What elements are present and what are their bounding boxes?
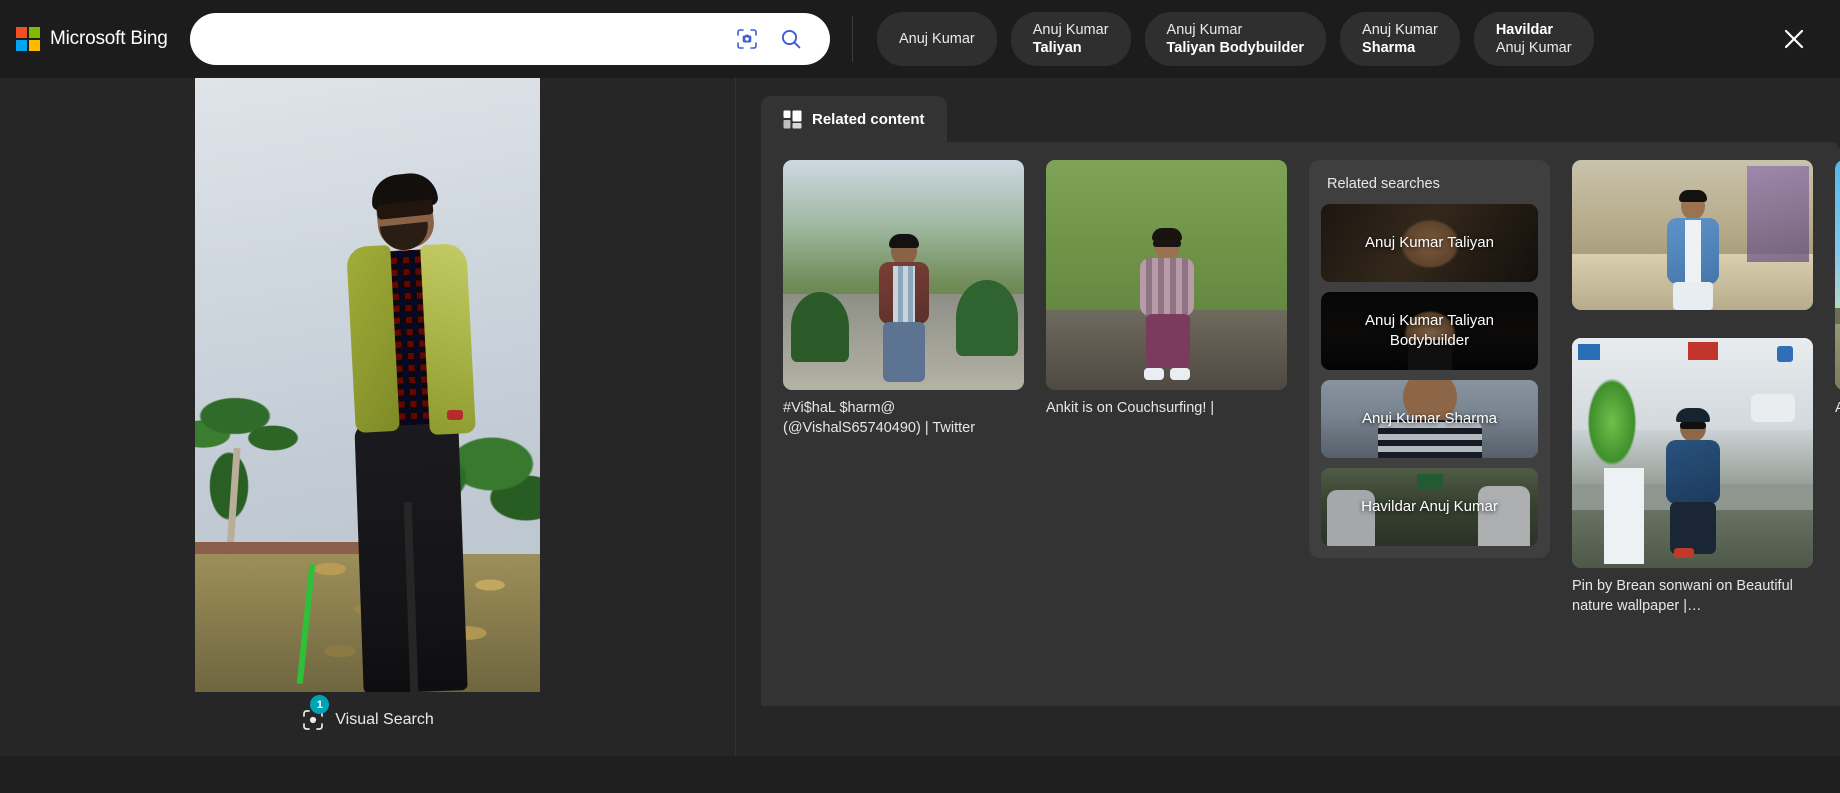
related-search-item[interactable]: Anuj Kumar Taliyan Bodybuilder [1321, 292, 1538, 370]
results-masonry: #Vi$haL $harm@ (@VishalS65740490) | Twit… [783, 160, 1840, 706]
search-actions [730, 22, 830, 56]
related-searches-title: Related searches [1327, 176, 1440, 192]
subject-jacket-right [420, 242, 476, 436]
chip-line-2: Taliyan [1032, 40, 1082, 56]
chip-line-1: Anuj Kumar [1166, 22, 1243, 38]
brand-title: Microsoft Bing [50, 28, 168, 49]
chip-line-1: Havildar [1495, 22, 1554, 38]
main-stage: 1 Visual Search Related content #Vi$haL … [0, 78, 1840, 756]
related-search-item[interactable]: Havildar Anuj Kumar [1321, 468, 1538, 546]
collage-grid-icon [783, 110, 802, 128]
bing-logo-link[interactable]: Microsoft Bing [16, 27, 168, 51]
visual-search-icon: 1 [301, 695, 330, 732]
related-content-panel: #Vi$haL $harm@ (@VishalS65740490) | Twit… [761, 142, 1840, 706]
magnifier-icon [781, 29, 801, 49]
suggestion-chip-2[interactable]: Anuj Kumar Taliyan Bodybuilder [1144, 12, 1327, 66]
related-search-label: Anuj Kumar Sharma [1361, 410, 1498, 427]
result-caption: Ankit is on Couchsurfing! | [1046, 400, 1215, 416]
result-thumbnail[interactable] [1572, 338, 1813, 568]
result-thumbnail[interactable] [1046, 160, 1287, 390]
result-thumbnail[interactable] [1572, 160, 1813, 310]
tab-related-content[interactable]: Related content [761, 96, 947, 142]
visual-search-label: Visual Search [335, 711, 434, 728]
footer-strip [0, 756, 1840, 793]
suggestion-chips: Anuj Kumar Anuj Kumar Taliyan Anuj Kumar… [877, 12, 1766, 66]
result-thumbnail[interactable] [783, 160, 1024, 390]
suggestion-chip-0[interactable]: Anuj Kumar [877, 12, 997, 66]
result-card[interactable]: Ankit is on Couchsurfing! | [1046, 160, 1287, 418]
suggestion-chip-3[interactable]: Anuj Kumar Sharma [1340, 12, 1460, 66]
query-image-frame[interactable] [195, 78, 540, 692]
result-card[interactable]: AGIKgqPntm62J7MyZICiUtmB_JS [1835, 160, 1840, 418]
search-input[interactable] [190, 13, 730, 65]
related-search-item[interactable]: Anuj Kumar Taliyan [1321, 204, 1538, 282]
pane-divider [735, 78, 736, 756]
result-card[interactable]: #Vi$haL $harm@ (@VishalS65740490) | Twit… [783, 160, 1024, 438]
query-image[interactable] [195, 78, 540, 692]
close-button[interactable] [1766, 11, 1822, 67]
chip-line-1: Anuj Kumar [1032, 22, 1109, 38]
suggestion-chip-4[interactable]: Havildar Anuj Kumar [1473, 12, 1594, 66]
suggestion-chip-1[interactable]: Anuj Kumar Taliyan [1010, 12, 1131, 66]
result-caption: Pin by Brean sonwani on Beautiful nature… [1572, 578, 1793, 614]
microsoft-logo-icon [16, 27, 40, 51]
result-card[interactable] [1572, 160, 1813, 318]
result-card[interactable]: Pin by Brean sonwani on Beautiful nature… [1572, 338, 1813, 616]
chip-line-1: Anuj Kumar [899, 31, 975, 47]
related-searches-panel: Related searches Anuj Kumar Taliyan Anuj… [1309, 160, 1550, 558]
search-submit-button[interactable] [774, 22, 808, 56]
visual-search-camera-icon-button[interactable] [730, 22, 764, 56]
result-caption: #Vi$haL $harm@ (@VishalS65740490) | Twit… [783, 400, 976, 436]
result-thumbnail[interactable] [1835, 160, 1840, 390]
related-search-label: Anuj Kumar Taliyan [1365, 234, 1494, 251]
chip-line-2: Anuj Kumar [1495, 40, 1572, 56]
chip-line-1: Anuj Kumar [1362, 22, 1438, 38]
query-image-pane: 1 Visual Search [0, 78, 735, 756]
visual-search-badge: 1 [310, 695, 330, 714]
chip-line-2: Sharma [1362, 40, 1416, 56]
related-content-pane: Related content #Vi$haL $harm@ (@VishalS… [735, 78, 1840, 756]
header-divider [852, 16, 853, 62]
visual-search-camera-icon [737, 29, 757, 49]
visual-search-label-group[interactable]: 1 Visual Search [301, 695, 434, 732]
tab-strip: Related content [761, 92, 1840, 142]
tab-label: Related content [812, 110, 925, 128]
chip-line-2: Taliyan Bodybuilder [1166, 40, 1305, 56]
result-caption: AGIKgqPntm62J7MyZICiUtmB_JS [1835, 400, 1840, 416]
related-search-label: Anuj Kumar Taliyan Bodybuilder [1365, 312, 1494, 349]
close-icon [1784, 29, 1804, 49]
related-search-item[interactable]: Anuj Kumar Sharma [1321, 380, 1538, 458]
subject-wristwatch [447, 410, 463, 420]
related-search-label: Havildar Anuj Kumar [1361, 498, 1498, 515]
app-header: Microsoft Bing Anuj Kumar Anuj Kumar Tal… [0, 0, 1840, 78]
hero-subject [307, 170, 507, 692]
search-bar[interactable] [190, 13, 830, 65]
